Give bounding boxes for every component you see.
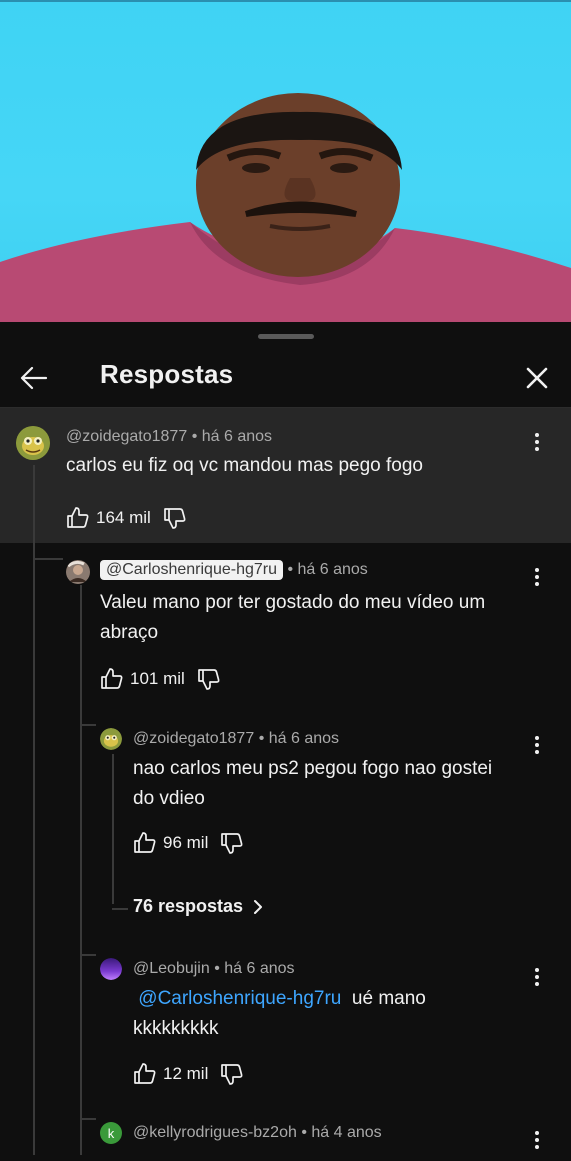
comment-actions: 164 mil: [66, 504, 187, 532]
video-player[interactable]: [0, 0, 571, 322]
avatar-image: [100, 958, 122, 980]
meta-separator: •: [301, 1124, 307, 1141]
meta-separator: •: [191, 428, 198, 445]
close-icon: [526, 367, 548, 389]
video-frame-person: [0, 93, 571, 322]
meta-separator: •: [214, 960, 220, 977]
back-button[interactable]: [14, 358, 54, 398]
comment-author[interactable]: @zoidegato1877: [133, 730, 254, 747]
avatar[interactable]: [100, 958, 122, 980]
comment-text-line: do vdieo: [133, 788, 205, 809]
replies-sheet: Respostas @zoidegato1877 • há 6 anos car…: [0, 322, 571, 1161]
comment-text-rest: ué mano: [351, 988, 426, 1009]
comment-time: há 6 anos: [224, 960, 295, 977]
reply-comment: @Carloshenrique-hg7ru • há 6 anos Valeu …: [0, 543, 571, 703]
parent-comment: @zoidegato1877 • há 6 anos carlos eu fiz…: [0, 408, 571, 543]
meta-separator: •: [258, 730, 265, 747]
comment-actions: 96 mil: [133, 829, 244, 857]
sheet-header: Respostas: [0, 348, 571, 408]
more-options-icon[interactable]: [527, 430, 547, 454]
comment-meta: @Carloshenrique-hg7ru • há 6 anos: [100, 560, 368, 580]
comment-author[interactable]: @Leobujin: [133, 960, 210, 977]
comment-time: há 6 anos: [268, 730, 340, 747]
comment-author[interactable]: @zoidegato1877: [66, 428, 187, 445]
comment-text: Valeu mano por ter gostado do meu vídeo …: [100, 588, 485, 648]
more-options-icon[interactable]: [527, 965, 547, 989]
comment-time: há 6 anos: [201, 428, 273, 445]
comment-text-line: nao carlos meu ps2 pegou fogo nao gostei: [133, 758, 493, 779]
reply-comment: k @kellyrodrigues-bz2oh • há 4 anos: [0, 1106, 571, 1161]
comment-meta: @zoidegato1877 • há 6 anos: [66, 428, 272, 446]
dislike-button[interactable]: [163, 506, 187, 530]
like-button[interactable]: 164 mil: [66, 506, 151, 530]
view-replies-button[interactable]: 76 respostas: [133, 896, 267, 917]
more-options-icon[interactable]: [527, 733, 547, 757]
arrow-left-icon: [20, 366, 48, 390]
thumbs-up-icon: [134, 1063, 156, 1084]
mention-link[interactable]: @Carloshenrique-hg7ru: [138, 988, 341, 1009]
avatar-image: [16, 426, 50, 460]
like-button[interactable]: 12 mil: [133, 1062, 208, 1086]
avatar[interactable]: [66, 560, 90, 584]
comment-text-line: abraço: [100, 622, 159, 643]
comment-text: carlos eu fiz oq vc mandou mas pego fogo: [66, 455, 423, 476]
comment-text-line: Valeu mano por ter gostado do meu vídeo …: [100, 592, 486, 613]
avatar[interactable]: [100, 728, 122, 750]
comment-actions: 12 mil: [133, 1060, 244, 1088]
replies-count-label: 76 respostas: [133, 896, 244, 916]
comment-meta: @zoidegato1877 • há 6 anos: [133, 730, 339, 748]
thumbs-up-icon: [134, 832, 156, 853]
thumbs-up-icon: [67, 507, 89, 528]
comment-meta: @kellyrodrigues-bz2oh • há 4 anos: [133, 1124, 382, 1142]
chevron-right-icon: [254, 899, 263, 914]
avatar[interactable]: [16, 426, 50, 460]
reply-comment: @zoidegato1877 • há 6 anos nao carlos me…: [0, 712, 571, 922]
close-button[interactable]: [517, 358, 557, 398]
comment-text: nao carlos meu ps2 pegou fogo nao gostei…: [133, 754, 492, 814]
comment-time: há 4 anos: [311, 1124, 382, 1141]
avatar-image: [66, 560, 90, 584]
page-title: Respostas: [100, 359, 234, 389]
comment-author[interactable]: @kellyrodrigues-bz2oh: [133, 1124, 297, 1141]
dislike-button[interactable]: [220, 1062, 244, 1086]
avatar[interactable]: k: [100, 1122, 122, 1144]
comment-text: @Carloshenrique-hg7ru ué mano kkkkkkkkk: [133, 984, 426, 1044]
thumbs-down-icon: [197, 669, 220, 690]
dislike-button[interactable]: [197, 667, 221, 691]
like-button[interactable]: 96 mil: [133, 831, 208, 855]
thumbs-down-icon: [163, 508, 186, 529]
like-count: 101 mil: [130, 669, 185, 688]
comment-author-chip[interactable]: @Carloshenrique-hg7ru: [100, 560, 283, 580]
comment-text-line: @Carloshenrique-hg7ru ué mano: [133, 984, 426, 1014]
avatar-letter: k: [107, 1125, 115, 1141]
comment-meta: @Leobujin • há 6 anos: [133, 960, 295, 978]
reply-comment: @Leobujin • há 6 anos @Carloshenrique-hg…: [0, 942, 571, 1102]
thumbs-down-icon: [221, 833, 243, 854]
drag-handle[interactable]: [258, 334, 314, 339]
like-count: 96 mil: [163, 833, 209, 852]
comment-actions: 101 mil: [100, 665, 221, 693]
like-button[interactable]: 101 mil: [100, 667, 185, 691]
more-options-icon[interactable]: [527, 1128, 547, 1152]
like-count: 164 mil: [96, 508, 151, 527]
like-count: 12 mil: [163, 1064, 209, 1083]
thumbs-up-icon: [101, 668, 123, 689]
meta-separator: •: [287, 561, 294, 578]
comment-text-line: kkkkkkkkk: [133, 1018, 219, 1039]
comment-time: há 6 anos: [297, 561, 368, 578]
thumbs-down-icon: [221, 1064, 243, 1085]
avatar-image: [100, 728, 122, 750]
dislike-button[interactable]: [220, 831, 244, 855]
more-options-icon[interactable]: [527, 565, 547, 589]
